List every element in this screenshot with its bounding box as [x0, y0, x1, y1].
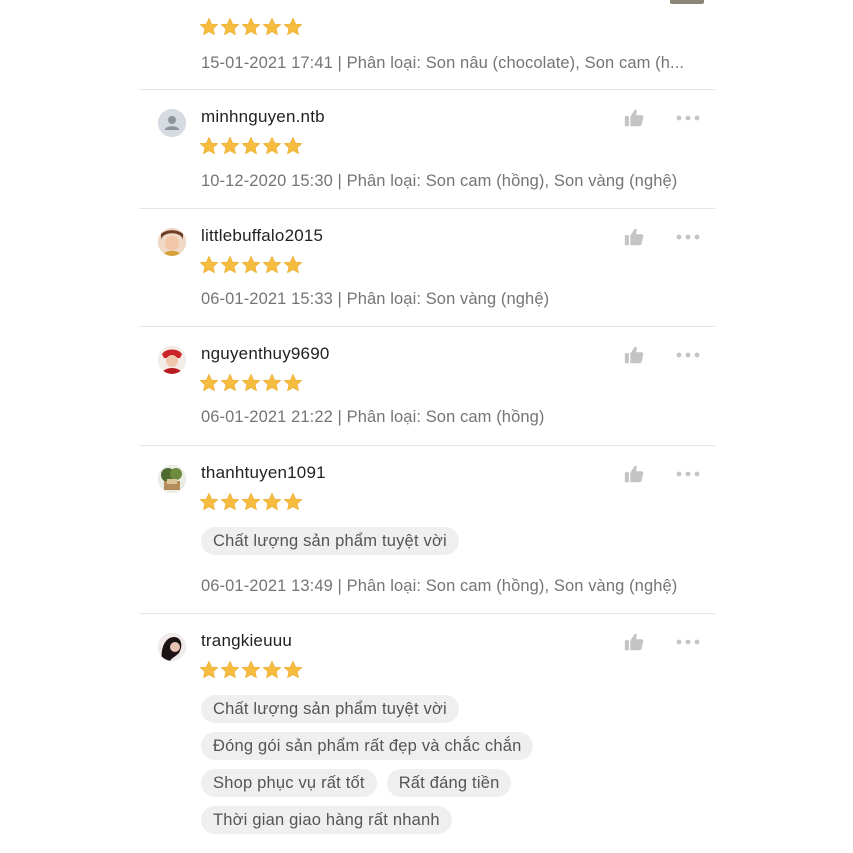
username[interactable]: trangkieuuu [201, 631, 292, 651]
star-icon [199, 660, 219, 679]
username[interactable]: littlebuffalo2015 [201, 226, 323, 246]
review-feed: 15-01-2021 17:41 | Phân loại: Son nâu (c… [0, 0, 853, 853]
star-icon [283, 660, 303, 679]
rating-stars [199, 492, 303, 512]
star-icon [241, 660, 261, 679]
star-icon [241, 255, 261, 274]
username[interactable]: thanhtuyen1091 [201, 463, 326, 483]
more-horizontal-icon[interactable] [676, 113, 700, 123]
review-item: trangkieuuu Chất lượng sản phẩm tuyệt vờ… [139, 614, 715, 853]
star-icon [241, 492, 261, 511]
username[interactable]: nguyenthuy9690 [201, 344, 330, 364]
star-icon [199, 492, 219, 511]
review-meta: 06-01-2021 15:33 | Phân loại: Son vàng (… [201, 290, 550, 308]
star-icon [262, 136, 282, 155]
star-icon [262, 255, 282, 274]
avatar[interactable] [158, 109, 186, 137]
star-icon [262, 17, 282, 36]
review-tag: Shop phục vụ rất tốt [201, 769, 377, 797]
thumbs-up-icon[interactable] [623, 107, 645, 129]
star-icon [220, 660, 240, 679]
star-icon [199, 255, 219, 274]
review-tags: Chất lượng sản phẩm tuyệt vời [201, 527, 459, 564]
user-photo [158, 465, 186, 493]
rating-stars [199, 17, 303, 37]
star-icon [199, 373, 219, 392]
more-horizontal-icon[interactable] [676, 350, 700, 360]
star-icon [220, 492, 240, 511]
star-icon [283, 492, 303, 511]
star-icon [241, 17, 261, 36]
star-icon [220, 17, 240, 36]
review-item: thanhtuyen1091 Chất lượng sản phẩm tuyệt… [139, 446, 715, 613]
review-tag: Chất lượng sản phẩm tuyệt vời [201, 695, 459, 723]
avatar[interactable] [158, 228, 186, 256]
rating-stars [199, 136, 303, 156]
user-photo [158, 633, 186, 661]
star-icon [283, 373, 303, 392]
star-icon [241, 373, 261, 392]
user-photo [158, 228, 186, 256]
star-icon [283, 17, 303, 36]
more-horizontal-icon[interactable] [676, 469, 700, 479]
star-icon [241, 136, 261, 155]
rating-stars [199, 660, 303, 680]
review-tag: Chất lượng sản phẩm tuyệt vời [201, 527, 459, 555]
avatar[interactable] [158, 465, 186, 493]
default-user-icon [158, 109, 186, 137]
star-icon [262, 492, 282, 511]
review-meta: 15-01-2021 17:41 | Phân loại: Son nâu (c… [201, 54, 685, 72]
star-icon [220, 373, 240, 392]
star-icon [220, 136, 240, 155]
review-meta: 10-12-2020 15:30 | Phân loại: Son cam (h… [201, 172, 678, 190]
star-icon [199, 136, 219, 155]
review-item: nguyenthuy9690 06-01-2021 21:22 | Phân l… [139, 327, 715, 445]
review-tags: Chất lượng sản phẩm tuyệt vời Đóng gói s… [201, 695, 534, 843]
avatar[interactable] [158, 633, 186, 661]
review-tag: Thời gian giao hàng rất nhanh [201, 806, 452, 834]
rating-stars [199, 373, 303, 393]
star-icon [262, 373, 282, 392]
thumbs-up-icon[interactable] [623, 226, 645, 248]
star-icon [262, 660, 282, 679]
thumbs-up-icon[interactable] [623, 463, 645, 485]
more-horizontal-icon[interactable] [676, 232, 700, 242]
review-item: 15-01-2021 17:41 | Phân loại: Son nâu (c… [139, 0, 715, 89]
username[interactable]: minhnguyen.ntb [201, 107, 325, 127]
star-icon [283, 255, 303, 274]
avatar[interactable] [158, 346, 186, 374]
review-item: littlebuffalo2015 06-01-2021 15:33 | Phâ… [139, 209, 715, 326]
review-meta: 06-01-2021 21:22 | Phân loại: Son cam (h… [201, 408, 545, 426]
review-item: minhnguyen.ntb 10-12-2020 15:30 | Phân l… [139, 90, 715, 208]
review-tag: Đóng gói sản phẩm rất đẹp và chắc chắn [201, 732, 534, 760]
review-meta: 06-01-2021 13:49 | Phân loại: Son cam (h… [201, 577, 678, 595]
star-icon [283, 136, 303, 155]
star-icon [220, 255, 240, 274]
user-photo [158, 346, 186, 374]
rating-stars [199, 255, 303, 275]
thumbs-up-icon[interactable] [623, 631, 645, 653]
more-horizontal-icon[interactable] [676, 637, 700, 647]
star-icon [199, 17, 219, 36]
review-tag: Rất đáng tiền [386, 769, 512, 797]
thumbs-up-icon[interactable] [623, 344, 645, 366]
